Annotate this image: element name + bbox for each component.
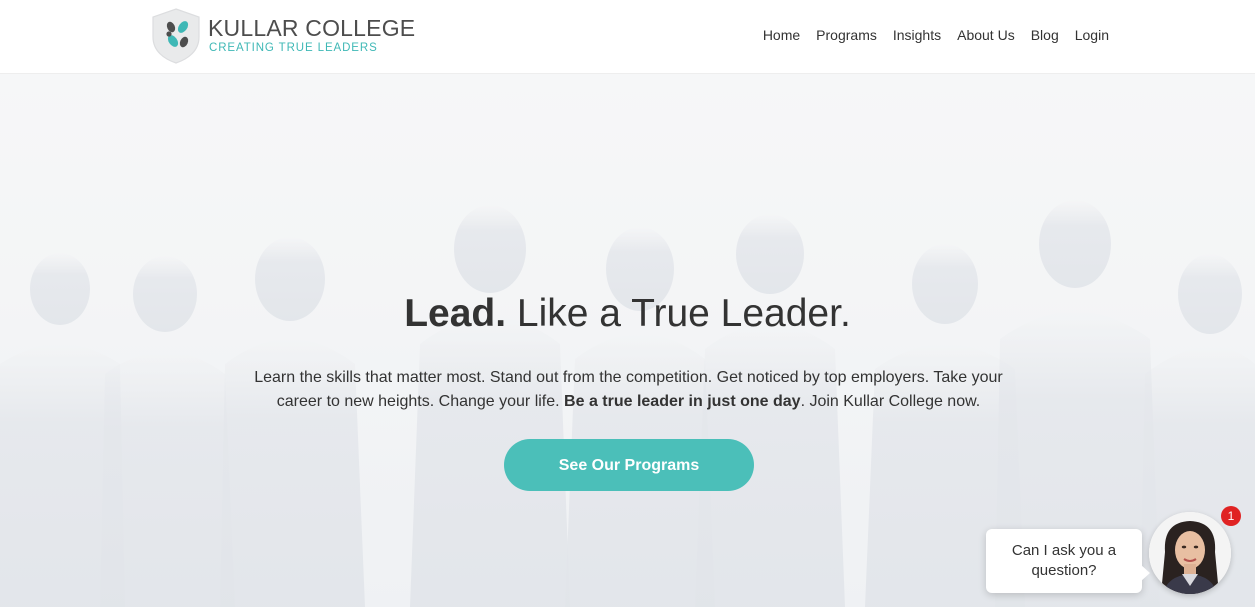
chat-prompt-line-2: question?	[1031, 562, 1097, 579]
agent-portrait-icon	[1149, 512, 1231, 594]
hero-section: Lead. Like a True Leader. Learn the skil…	[0, 74, 1255, 607]
site-header: KULLAR COLLEGE CREATING TRUE LEADERS Hom…	[0, 0, 1255, 74]
chat-prompt-text: Can I ask you a question?	[986, 541, 1142, 581]
nav-about-us[interactable]: About Us	[957, 25, 1015, 45]
site-logo[interactable]: KULLAR COLLEGE CREATING TRUE LEADERS	[150, 7, 420, 65]
hero-description: Learn the skills that matter most. Stand…	[250, 366, 1007, 414]
nav-login[interactable]: Login	[1075, 25, 1109, 45]
people-silhouette-background-image	[0, 74, 1255, 607]
hero-text-outro: . Join Kullar College now.	[800, 393, 981, 410]
nav-blog[interactable]: Blog	[1031, 25, 1059, 45]
see-our-programs-button[interactable]: See Our Programs	[504, 439, 754, 491]
chat-agent-avatar[interactable]	[1149, 512, 1231, 594]
main-nav: Home Programs Insights About Us Blog Log…	[763, 25, 1109, 45]
chat-prompt-line-1: Can I ask you a	[1011, 542, 1117, 559]
brand-name: KULLAR COLLEGE	[208, 15, 416, 41]
hero-title: Lead. Like a True Leader.	[0, 290, 1255, 338]
shield-logo-icon	[152, 8, 200, 64]
unread-count-badge: 1	[1221, 506, 1241, 526]
hero-title-rest: Like a True Leader.	[506, 292, 851, 335]
nav-insights[interactable]: Insights	[893, 25, 941, 45]
brand-tagline: CREATING TRUE LEADERS	[209, 42, 378, 54]
hero-text-highlight: Be a true leader in just one day	[564, 393, 801, 410]
nav-home[interactable]: Home	[763, 25, 800, 45]
hero-title-strong: Lead.	[404, 292, 507, 335]
chat-prompt-bubble[interactable]: Can I ask you a question?	[986, 529, 1150, 593]
nav-programs[interactable]: Programs	[816, 25, 877, 45]
